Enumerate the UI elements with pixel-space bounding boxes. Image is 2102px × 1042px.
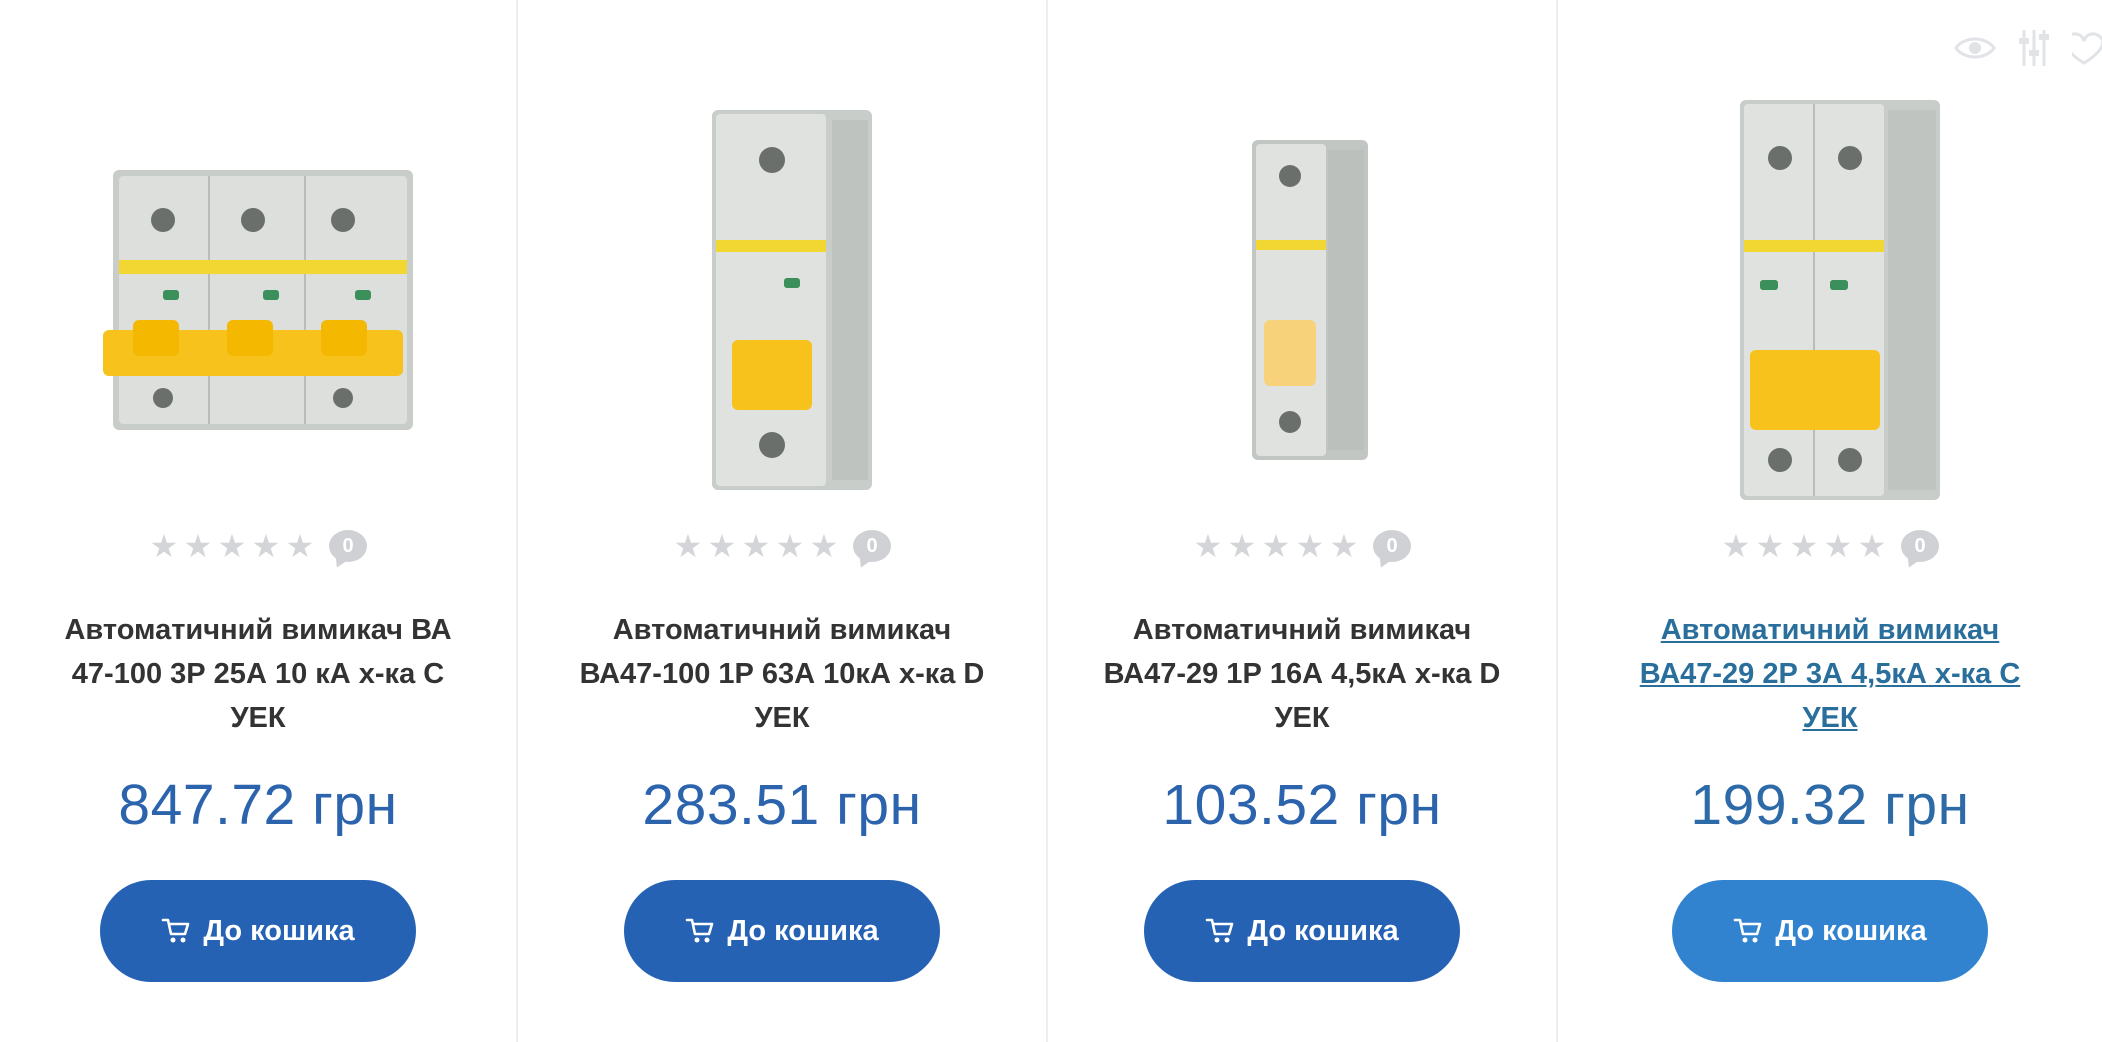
cart-icon [1733,917,1763,945]
add-to-cart-label: До кошика [1247,914,1399,947]
star-icon[interactable]: ★ [183,530,213,562]
star-icon[interactable]: ★ [809,530,839,562]
product-image[interactable] [518,80,1046,520]
compare-icon[interactable] [2018,28,2050,68]
product-title-link[interactable]: Автоматичний вимикач ВА47-100 1Р 63А 10к… [572,608,992,740]
add-to-cart-label: До кошика [1775,914,1927,947]
star-icon[interactable]: ★ [1755,530,1785,562]
product-title-link[interactable]: Автоматичний вимикач ВА47-29 1Р 16А 4,5к… [1092,608,1512,740]
rating[interactable]: ★ ★ ★ ★ ★ 0 [518,530,1046,562]
star-icon[interactable]: ★ [1721,530,1751,562]
add-to-cart-label: До кошика [727,914,879,947]
product-price: 103.52 грн [1162,773,1442,837]
rating[interactable]: ★ ★ ★ ★ ★ 0 [1048,530,1556,562]
product-image[interactable] [1048,80,1556,520]
add-to-cart-label: До кошика [203,914,355,947]
rating[interactable]: ★ ★ ★ ★ ★ 0 [1558,530,2102,562]
star-icon[interactable]: ★ [775,530,805,562]
cart-icon [161,917,191,945]
product-grid: ★ ★ ★ ★ ★ 0 Автоматичний вимикач ВА 47-1… [0,0,2102,1042]
eye-icon[interactable] [1954,33,1996,63]
star-icon[interactable]: ★ [1193,530,1223,562]
cart-icon [1205,917,1235,945]
star-icon[interactable]: ★ [217,530,247,562]
add-to-cart-button[interactable]: До кошика [100,880,416,982]
product-price: 199.32 грн [1690,773,1970,837]
star-icon[interactable]: ★ [1857,530,1887,562]
star-icon[interactable]: ★ [251,530,281,562]
product-card: ★ ★ ★ ★ ★ 0 Автоматичний вимикач ВА 47-1… [0,0,518,1042]
rating[interactable]: ★ ★ ★ ★ ★ 0 [0,530,516,562]
star-icon[interactable]: ★ [1227,530,1257,562]
star-icon[interactable]: ★ [1823,530,1853,562]
product-price: 847.72 грн [118,773,398,837]
product-title-link[interactable]: Автоматичний вимикач ВА 47-100 3Р 25А 10… [48,608,468,740]
add-to-cart-button[interactable]: До кошика [1144,880,1460,982]
product-card: ★ ★ ★ ★ ★ 0 Автоматичний вимикач ВА47-29… [1048,0,1558,1042]
review-count-badge[interactable]: 0 [853,530,891,562]
product-card: ★ ★ ★ ★ ★ 0 Автоматичний вимикач ВА47-29… [1558,0,2102,1042]
product-card: ★ ★ ★ ★ ★ 0 Автоматичний вимикач ВА47-10… [518,0,1048,1042]
cart-icon [685,917,715,945]
star-icon[interactable]: ★ [741,530,771,562]
product-price: 283.51 грн [642,773,922,837]
add-to-cart-button[interactable]: До кошика [624,880,940,982]
product-image[interactable] [1558,80,2102,520]
review-count-badge[interactable]: 0 [329,530,367,562]
review-count-badge[interactable]: 0 [1373,530,1411,562]
star-icon[interactable]: ★ [673,530,703,562]
review-count-badge[interactable]: 0 [1901,530,1939,562]
product-image[interactable] [0,80,516,520]
star-icon[interactable]: ★ [1789,530,1819,562]
card-action-icons [1954,28,2102,68]
star-icon[interactable]: ★ [1295,530,1325,562]
add-to-cart-button[interactable]: До кошика [1672,880,1988,982]
star-icon[interactable]: ★ [707,530,737,562]
heart-icon[interactable] [2072,31,2102,65]
star-icon[interactable]: ★ [285,530,315,562]
star-icon[interactable]: ★ [149,530,179,562]
star-icon[interactable]: ★ [1329,530,1359,562]
product-title-link[interactable]: Автоматичний вимикач ВА47-29 2Р 3А 4,5кА… [1620,608,2040,740]
star-icon[interactable]: ★ [1261,530,1291,562]
